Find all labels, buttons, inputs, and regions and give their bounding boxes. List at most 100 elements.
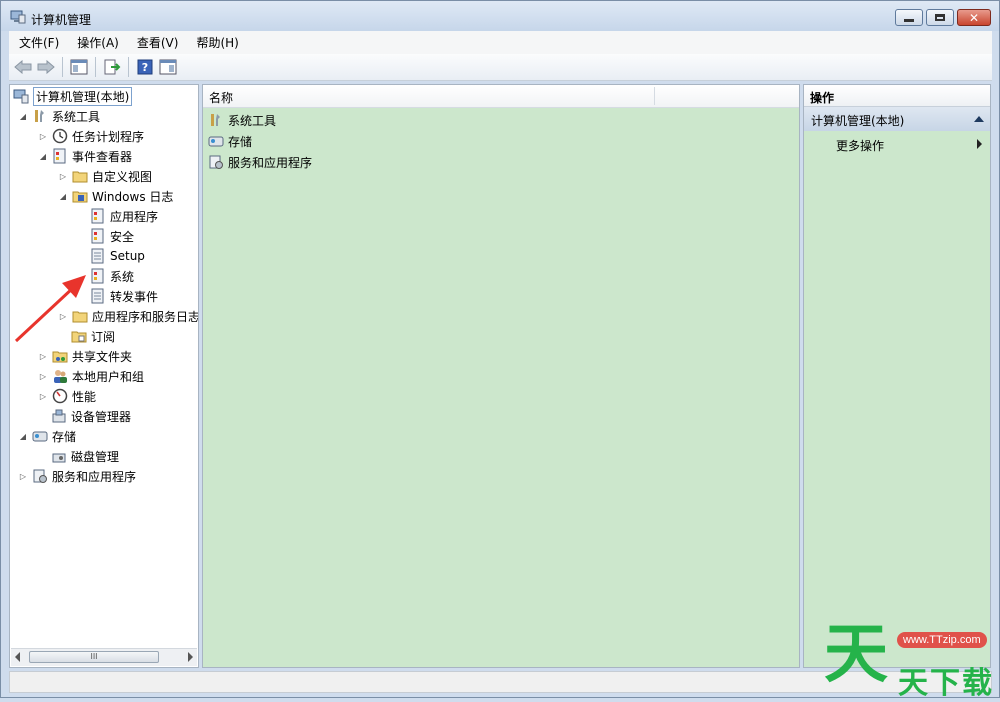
actions-header: 操作 [804,85,990,107]
more-actions-item[interactable]: 更多操作 [836,137,884,154]
menu-view[interactable]: 查看(V) [127,34,187,51]
tree-item-disk-management[interactable]: 磁盘管理 [51,447,119,465]
log-icon [91,228,104,244]
tree-item-label: 性能 [72,389,97,404]
actions-section-computer-management[interactable]: 计算机管理(本地) [804,107,990,131]
tree-item-label: 自定义视图 [92,169,153,184]
help-button[interactable]: ? [135,57,155,77]
menu-file[interactable]: 文件(F) [9,34,67,51]
log-icon [91,288,104,304]
tree-horizontal-scrollbar[interactable]: III [11,648,197,666]
watermark-big-char: 天 [824,618,888,692]
column-divider[interactable] [654,87,655,105]
minimize-button[interactable] [895,9,923,26]
tree-item-setup[interactable]: Setup [90,247,145,265]
scroll-thumb[interactable]: III [29,651,159,663]
window-title: 计算机管理 [31,13,92,27]
menu-help[interactable]: 帮助(H) [186,34,246,51]
expand-icon[interactable]: ▷ [38,391,48,401]
menu-bar: 文件(F) 操作(A) 查看(V) 帮助(H) [9,31,992,55]
toolbar-separator [62,57,63,77]
tree-item-device-manager[interactable]: 设备管理器 [51,407,131,425]
tree-item-root[interactable]: 计算机管理(本地) [13,86,133,106]
list-item[interactable]: 系统工具 [208,110,276,130]
event-viewer-icon [53,148,66,164]
collapse-icon[interactable]: ◢ [18,431,28,441]
tree-item-label: 服务和应用程序 [52,469,137,484]
forward-button[interactable] [36,57,56,77]
collapse-icon[interactable]: ◢ [38,151,48,161]
back-button[interactable] [13,57,33,77]
toolbar-separator [95,57,96,77]
title-bar[interactable]: 计算机管理 ✕ [1,1,999,31]
toolbar: ? [9,54,992,81]
expand-icon[interactable]: ▷ [58,311,68,321]
show-hide-console-tree-button[interactable] [69,57,89,77]
submenu-arrow-icon[interactable] [977,139,982,149]
tree-item-custom-views[interactable]: ▷ 自定义视图 [58,167,152,185]
expand-icon[interactable]: ▷ [38,371,48,381]
tree-item-security[interactable]: 安全 [90,227,134,245]
log-folder-icon [72,191,88,203]
help-icon: ? [137,59,153,75]
computer-management-icon [13,89,29,104]
tree-item-storage[interactable]: ◢ 存储 [18,427,76,445]
disk-management-icon [52,453,66,463]
tree-item-label: 系统 [110,269,135,284]
expand-icon[interactable]: ▷ [38,351,48,361]
collapse-icon[interactable]: ◢ [58,191,68,201]
clock-icon [52,128,68,144]
expand-icon[interactable]: ▷ [58,171,68,181]
expand-icon[interactable]: ▷ [38,131,48,141]
tree-item-app-service-logs[interactable]: ▷ 应用程序和服务日志 [58,307,198,325]
column-header-name[interactable]: 名称 [209,89,233,106]
tree-item-label: Windows 日志 [92,189,174,204]
collapse-icon[interactable]: ◢ [18,111,28,121]
list-item[interactable]: 服务和应用程序 [208,152,312,172]
tree-item-local-users-groups[interactable]: ▷ 本地用户和组 [38,367,144,385]
tree-item-label: 设备管理器 [71,409,132,424]
device-manager-icon [52,409,66,423]
tree-item-forwarded-events[interactable]: 转发事件 [90,287,158,305]
close-button[interactable]: ✕ [957,9,991,26]
tree-item-event-viewer[interactable]: ◢ 事件查看器 [38,147,132,165]
scroll-left-icon[interactable] [15,652,20,662]
tree-item-subscriptions[interactable]: 订阅 [71,327,115,345]
tree-item-shared-folders[interactable]: ▷ 共享文件夹 [38,347,132,365]
tree-item-services-apps[interactable]: ▷ 服务和应用程序 [18,467,136,485]
list-header: 名称 [203,85,799,108]
scroll-right-icon[interactable] [188,652,193,662]
list-item-label: 服务和应用程序 [228,155,313,170]
maximize-icon [935,14,945,21]
show-hide-action-pane-button[interactable] [158,57,178,77]
tree-item-label: 转发事件 [110,289,159,304]
tree-item-performance[interactable]: ▷ 性能 [38,387,96,405]
tree-item-system[interactable]: 系统 [90,267,134,285]
console-tree-icon [70,59,88,75]
tree-item-task-scheduler[interactable]: ▷ 任务计划程序 [38,127,144,145]
storage-icon [208,136,224,147]
maximize-button[interactable] [926,9,954,26]
export-list-button[interactable] [102,57,122,77]
tree-item-system-tools[interactable]: ◢ 系统工具 [18,107,100,125]
menu-action[interactable]: 操作(A) [67,34,127,51]
users-icon [54,370,67,383]
expand-icon[interactable]: ▷ [18,471,28,481]
console-tree[interactable]: 计算机管理(本地) ◢ 系统工具 ▷ 任务计划程序 ◢ 事件查看器 ▷ 自定义视… [9,84,199,668]
watermark-logo: 天 www.TTzip.com 天下载 [822,618,998,701]
tree-item-label: 存储 [52,429,77,444]
subscription-folder-icon [71,331,87,343]
collapse-up-icon[interactable] [974,116,984,122]
results-pane[interactable]: 名称 系统工具 存储 服务和应用程序 [202,84,800,668]
storage-icon [32,431,48,442]
minimize-icon [904,19,914,22]
watermark-brand: 天下载 [898,666,994,701]
close-icon: ✕ [968,10,980,25]
actions-pane: 操作 计算机管理(本地) 更多操作 [803,84,991,668]
list-item[interactable]: 存储 [208,131,252,151]
tree-item-label: 本地用户和组 [72,369,145,384]
tree-item-application[interactable]: 应用程序 [90,207,158,225]
tree-item-windows-logs[interactable]: ◢ Windows 日志 [58,187,173,205]
shared-folder-icon [52,351,68,363]
system-tools-icon [35,110,44,122]
